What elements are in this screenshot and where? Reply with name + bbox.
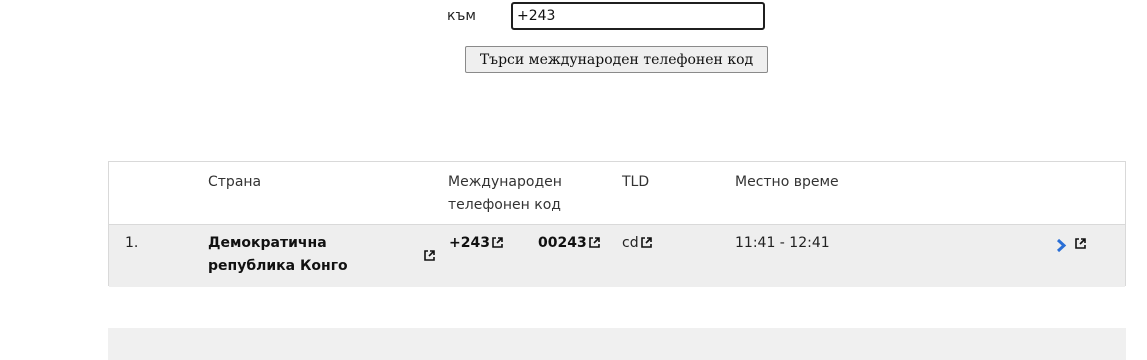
to-label: към bbox=[447, 8, 476, 24]
code-plus-text: +243 bbox=[449, 235, 490, 251]
header-intl-code-line1: Международен bbox=[448, 174, 562, 190]
code-plus-link[interactable]: +243 bbox=[449, 232, 503, 255]
results-table: Страна Международен телефонен код TLD Ме… bbox=[108, 161, 1126, 287]
country-name-line1: Демократична bbox=[208, 235, 327, 251]
table-row: 1. Демократична република Конго +243 002… bbox=[109, 224, 1125, 287]
phone-code-input[interactable] bbox=[511, 2, 765, 30]
code-zeros-link[interactable]: 00243 bbox=[538, 232, 600, 255]
search-intl-code-button[interactable]: Търси международен телефонен код bbox=[465, 46, 768, 73]
external-link-icon bbox=[588, 237, 600, 248]
content-placeholder-band bbox=[108, 328, 1126, 360]
chevron-right-icon[interactable] bbox=[1055, 238, 1067, 253]
country-external-link-icon[interactable] bbox=[424, 250, 435, 261]
row-external-link-icon[interactable] bbox=[1075, 238, 1086, 249]
row-index: 1. bbox=[125, 235, 139, 251]
local-time: 11:41 - 12:41 bbox=[735, 235, 830, 251]
country-name: Демократична република Конго bbox=[208, 232, 348, 278]
header-intl-code: Международен телефонен код bbox=[448, 171, 562, 217]
code-zeros-text: 00243 bbox=[538, 235, 587, 251]
header-intl-code-line2: телефонен код bbox=[448, 197, 561, 213]
header-tld: TLD bbox=[622, 174, 650, 190]
header-local-time: Местно време bbox=[735, 174, 839, 190]
header-country: Страна bbox=[208, 174, 262, 190]
tld-text: cd bbox=[622, 235, 639, 251]
country-name-line2: република Конго bbox=[208, 258, 348, 274]
external-link-icon bbox=[640, 237, 652, 248]
external-link-icon bbox=[492, 237, 503, 248]
tld-link[interactable]: cd bbox=[622, 232, 652, 255]
